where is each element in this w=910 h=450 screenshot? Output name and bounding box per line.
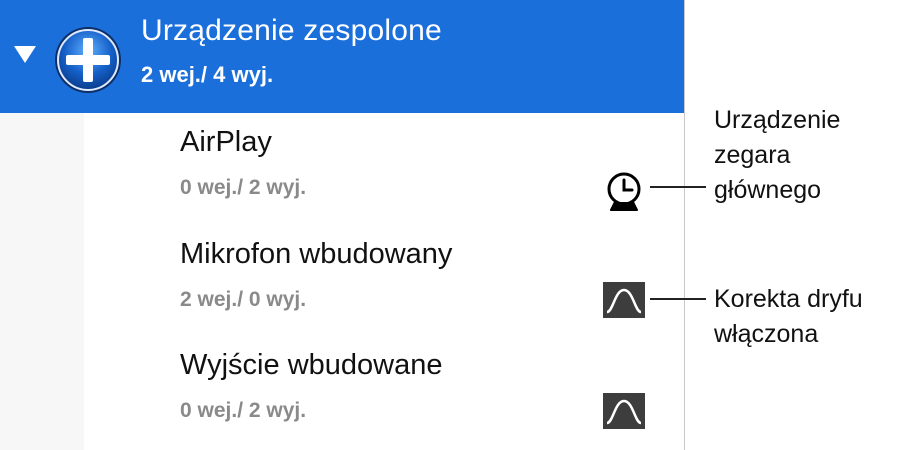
callout-line-drift — [650, 298, 706, 300]
row-gutter — [0, 113, 84, 450]
callout-clock-source: Urządzenie zegara głównego — [714, 103, 840, 208]
aggregate-device-row[interactable]: Urządzenie zespolone 2 wej./ 4 wyj. — [0, 0, 684, 113]
device-io-built-in-mic: 2 wej./ 0 wyj. — [180, 288, 307, 311]
device-list-panel: Urządzenie zespolone 2 wej./ 4 wyj. AirP… — [0, 0, 685, 450]
device-io-airplay: 0 wej./ 2 wyj. — [180, 176, 307, 199]
device-name-airplay[interactable]: AirPlay — [180, 126, 272, 159]
disclosure-triangle-icon[interactable] — [14, 46, 36, 63]
aggregate-device-icon — [55, 27, 121, 93]
callout-line-clock — [650, 186, 706, 188]
callout-drift-correction: Korekta dryfu włączona — [714, 282, 863, 352]
aggregate-device-name: Urządzenie zespolone — [141, 14, 442, 47]
aggregate-device-io: 2 wej./ 4 wyj. — [141, 62, 274, 87]
callout-clock-line-3: głównego — [714, 176, 822, 204]
clock-icon[interactable] — [602, 170, 646, 214]
drift-correction-icon[interactable] — [603, 282, 645, 318]
device-io-built-in-output: 0 wej./ 2 wyj. — [180, 399, 307, 422]
callout-drift-line-1: Korekta dryfu — [714, 285, 863, 313]
callout-clock-line-1: Urządzenie — [714, 106, 841, 134]
device-name-built-in-mic[interactable]: Mikrofon wbudowany — [180, 238, 452, 271]
callout-drift-line-2: włączona — [714, 320, 819, 348]
callout-clock-line-2: zegara — [714, 141, 791, 169]
device-name-built-in-output[interactable]: Wyjście wbudowane — [180, 349, 442, 382]
drift-correction-icon[interactable] — [603, 393, 645, 429]
